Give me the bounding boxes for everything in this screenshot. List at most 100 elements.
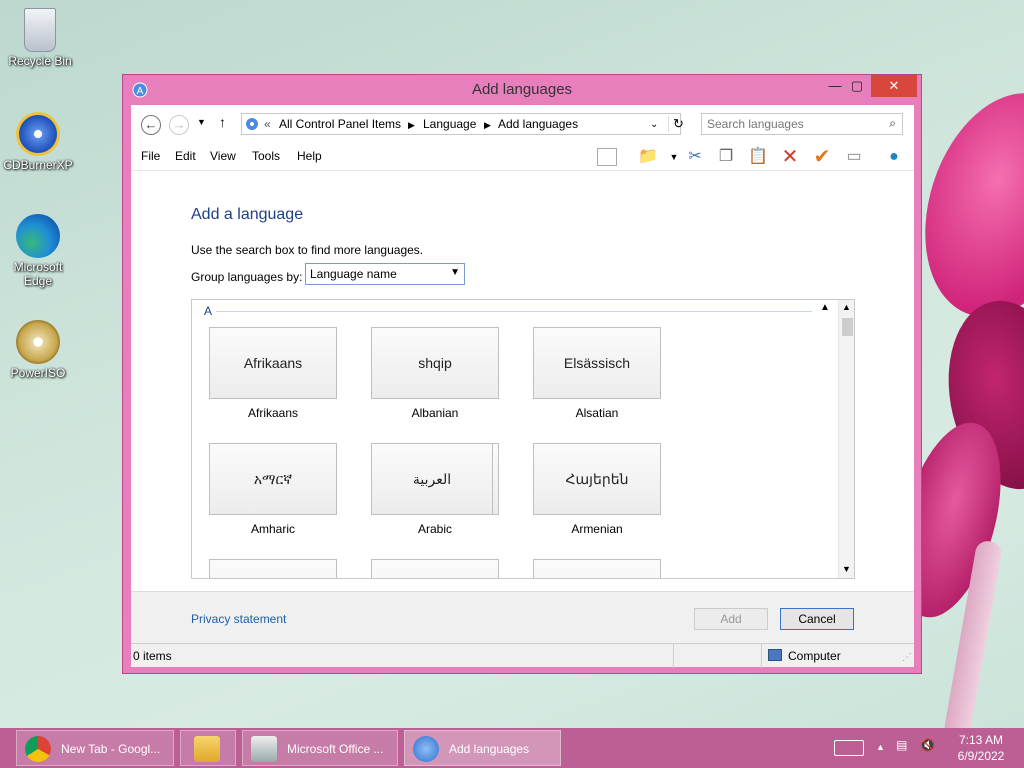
show-hidden-icons-icon[interactable]: ▲	[876, 742, 885, 752]
scroll-up-icon[interactable]: ▲	[842, 302, 851, 312]
language-tile[interactable]	[371, 559, 499, 578]
desktop-icon-recycle-bin[interactable]: Recycle Bin	[2, 8, 78, 68]
desktop-icon-label: CDBurnerXP	[3, 158, 73, 172]
privacy-statement-link[interactable]: Privacy statement	[191, 612, 286, 626]
language-tile-albanian[interactable]: shqip	[371, 327, 499, 399]
status-divider	[673, 644, 674, 668]
language-list: A ▲ Afrikaans Afrikaans shqip Albanian E…	[191, 299, 855, 579]
cut-icon[interactable]: ✂	[684, 146, 706, 168]
status-location: Computer	[788, 649, 841, 663]
resize-grip-icon[interactable]: ⋰	[902, 652, 912, 663]
address-bar[interactable]: « All Control Panel Items ▶ Language ▶ A…	[241, 113, 684, 135]
breadcrumb-control-panel[interactable]: All Control Panel Items	[279, 117, 401, 131]
add-button[interactable]: Add	[694, 608, 768, 630]
group-header-a[interactable]: A	[204, 304, 212, 318]
language-tile[interactable]	[533, 559, 661, 578]
rename-icon[interactable]: ▭	[843, 146, 865, 168]
network-icon[interactable]: ▤	[896, 738, 907, 752]
menu-help[interactable]: Help	[297, 149, 322, 163]
task-label: New Tab - Googl...	[61, 742, 161, 756]
language-tile-amharic[interactable]: አማርኛ	[209, 443, 337, 515]
scrollbar-thumb[interactable]	[842, 318, 853, 336]
menu-tools[interactable]: Tools	[252, 149, 280, 163]
address-history-dropdown-icon[interactable]: ⌄	[650, 119, 658, 130]
language-tile-alsatian[interactable]: Elsässisch	[533, 327, 661, 399]
chrome-icon	[25, 736, 51, 762]
collapse-group-icon[interactable]: ▲	[820, 302, 830, 313]
up-level-icon[interactable]: ↑	[219, 114, 226, 130]
file-explorer-icon	[194, 736, 220, 762]
window-title: Add languages	[471, 81, 573, 98]
desktop-icon-poweriso[interactable]: PowerISO	[0, 320, 76, 380]
search-icon[interactable]: ⌕	[889, 116, 896, 131]
close-button[interactable]: ✕	[871, 75, 917, 97]
properties-check-icon[interactable]: ✔	[811, 146, 833, 168]
task-file-explorer[interactable]	[180, 730, 236, 766]
breadcrumb-add-languages[interactable]: Add languages	[498, 117, 578, 131]
refresh-icon[interactable]: ↻	[668, 116, 684, 132]
language-caption: Armenian	[571, 522, 623, 536]
task-label: Add languages	[449, 742, 530, 756]
copy-icon[interactable]: ❐	[715, 146, 737, 168]
shell-icon[interactable]: ●	[883, 146, 905, 168]
language-tile[interactable]	[209, 559, 337, 578]
folder-dropdown-icon[interactable]: ▼	[663, 146, 685, 168]
breadcrumb-separator-icon[interactable]: ▶	[484, 120, 491, 131]
preview-pane-icon[interactable]	[597, 148, 617, 166]
language-caption: Amharic	[250, 522, 295, 536]
breadcrumb-separator-icon[interactable]: ▶	[408, 120, 415, 131]
group-by-select[interactable]: Language name ▼	[305, 263, 465, 285]
add-languages-window: A Add languages — ▢ ✕ ← → ▼ ↑ « All Cont…	[122, 74, 922, 674]
language-tile-afrikaans[interactable]: Afrikaans	[209, 327, 337, 399]
recent-pages-dropdown-icon[interactable]: ▼	[197, 117, 206, 127]
taskbar: New Tab - Googl... Microsoft Office ... …	[0, 728, 1024, 768]
language-tile-arabic[interactable]: العربية	[371, 443, 493, 515]
language-caption: Alsatian	[575, 406, 619, 420]
group-by-selected: Language name	[310, 267, 397, 281]
navigation-bar: ← → ▼ ↑ « All Control Panel Items ▶ Lang…	[131, 105, 914, 141]
forward-icon[interactable]: →	[169, 115, 189, 135]
title-bar[interactable]: A Add languages — ▢ ✕	[123, 75, 921, 105]
main-content: Add a language Use the search box to fin…	[131, 171, 914, 591]
search-input[interactable]: Search languages	[707, 117, 804, 131]
desktop-icon-label: Microsoft Edge	[13, 260, 63, 288]
task-add-languages[interactable]: Add languages	[404, 730, 561, 766]
search-languages-box[interactable]: Search languages ⌕	[701, 113, 903, 135]
menu-file[interactable]: File	[141, 149, 160, 163]
chevron-down-icon: ▼	[450, 267, 460, 278]
clock[interactable]: 7:13 AM 6/9/2022	[950, 733, 1012, 763]
list-scrollbar[interactable]: ▲ ▼	[838, 300, 854, 578]
desktop-icon-microsoft-edge[interactable]: Microsoft Edge	[0, 214, 76, 288]
breadcrumb-language[interactable]: Language	[423, 117, 476, 131]
page-title: Add a language	[191, 206, 304, 223]
desktop-icon-cdburnerxp[interactable]: CDBurnerXP	[0, 112, 76, 172]
office-setup-icon	[251, 736, 277, 762]
menu-view[interactable]: View	[210, 149, 236, 163]
back-icon[interactable]: ←	[141, 115, 161, 135]
cancel-button[interactable]: Cancel	[780, 608, 854, 630]
control-panel-icon	[246, 118, 258, 130]
language-caption: Arabic	[417, 522, 452, 536]
status-item-count: 0 items	[133, 649, 172, 663]
task-label: Microsoft Office ...	[287, 742, 384, 756]
language-caption: Afrikaans	[247, 406, 299, 420]
window-client: ← → ▼ ↑ « All Control Panel Items ▶ Lang…	[131, 105, 914, 668]
delete-icon[interactable]: ✕	[779, 146, 801, 168]
search-hint: Use the search box to find more language…	[191, 243, 424, 257]
computer-icon	[768, 649, 782, 661]
menu-edit[interactable]: Edit	[175, 149, 196, 163]
volume-muted-icon[interactable]: 🔇	[920, 738, 935, 752]
touch-keyboard-icon[interactable]	[834, 740, 864, 756]
task-microsoft-office[interactable]: Microsoft Office ...	[242, 730, 398, 766]
status-divider	[761, 644, 762, 668]
address-overflow[interactable]: «	[264, 117, 271, 131]
poweriso-icon	[16, 320, 60, 364]
group-by-label: Group languages by:	[191, 270, 303, 284]
folder-check-icon[interactable]: 📁	[637, 146, 659, 168]
dialog-footer: Privacy statement Add Cancel	[131, 591, 914, 643]
language-tile-armenian[interactable]: Հայերեն	[533, 443, 661, 515]
scroll-down-icon[interactable]: ▼	[842, 564, 851, 574]
paste-icon[interactable]: 📋	[747, 146, 769, 168]
task-chrome[interactable]: New Tab - Googl...	[16, 730, 174, 766]
clock-date: 6/9/2022	[957, 749, 1005, 763]
